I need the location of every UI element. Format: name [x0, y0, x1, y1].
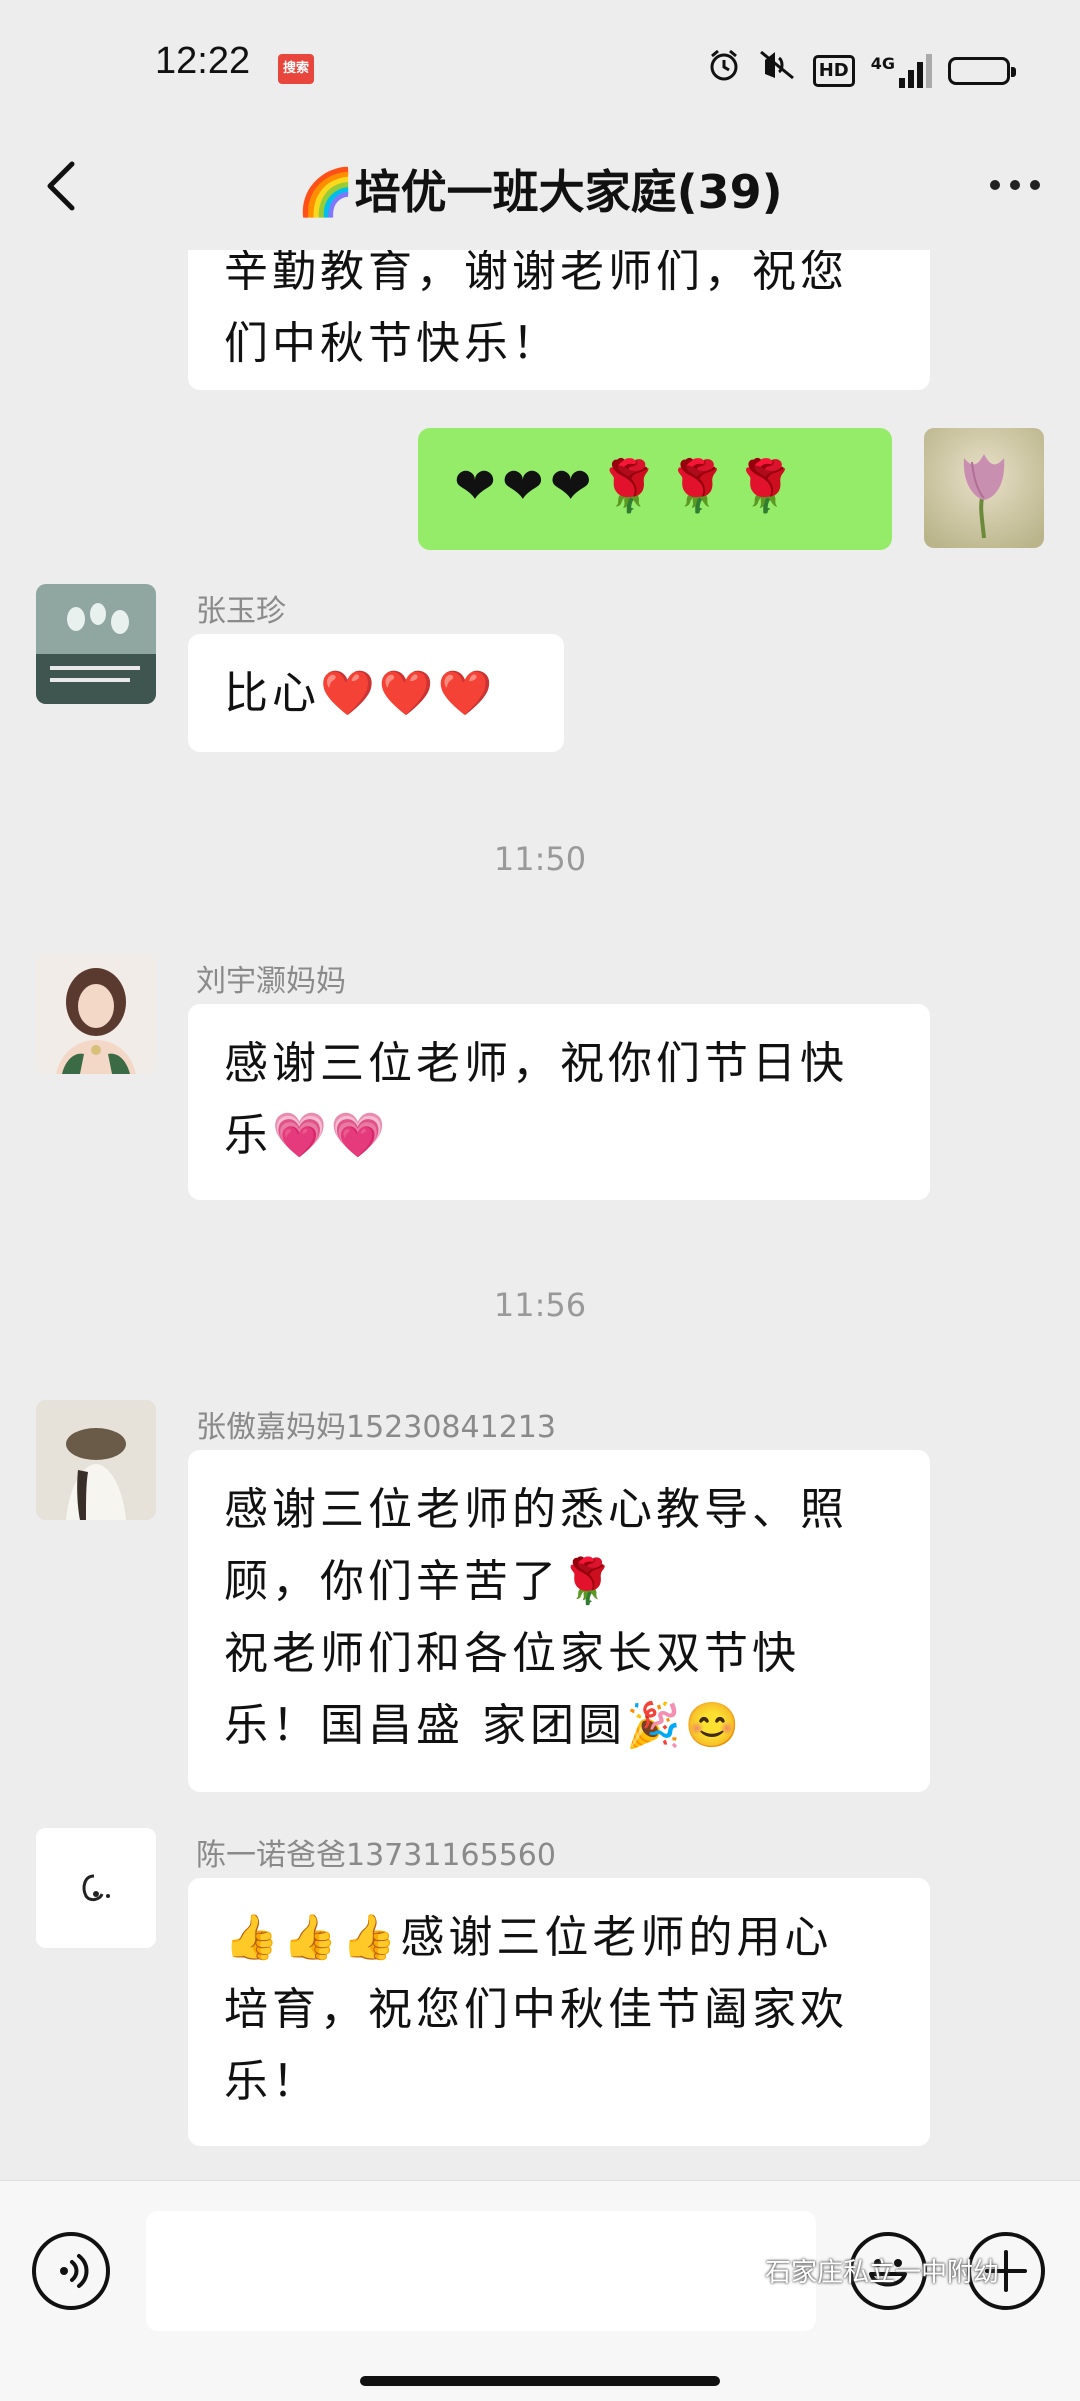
message-bubble[interactable]: 👍👍👍感谢三位老师的用心 培育，祝您们中秋佳节阖家欢 乐！ — [188, 1878, 930, 2146]
sender-name: 张玉珍 — [196, 594, 286, 629]
avatar[interactable] — [36, 584, 156, 704]
watermark: 石家庄私立一中附幼 — [765, 2258, 1000, 2288]
timestamp: 11:50 — [493, 840, 587, 878]
avatar[interactable] — [36, 954, 156, 1074]
more-button[interactable] — [980, 150, 1050, 220]
status-bar: 12:22 搜索 HD 4G — [0, 0, 1080, 130]
outgoing-message-bubble[interactable]: ❤❤❤🌹🌹🌹 — [418, 428, 892, 550]
sender-name: 刘宇灏妈妈 — [196, 964, 346, 999]
message-bubble[interactable]: 比心❤️❤️❤️ — [188, 634, 564, 752]
home-indicator[interactable] — [360, 2376, 720, 2386]
message-bubble[interactable]: 感谢三位老师的悉心教导、照 顾，你们辛苦了🌹 祝老师们和各位家长双节快 乐！国昌… — [188, 1450, 930, 1792]
voice-icon — [60, 2254, 89, 2288]
avatar[interactable] — [36, 1828, 156, 1948]
sender-name: 陈一诺爸爸13731165560 — [196, 1838, 556, 1873]
input-bar — [0, 2180, 1080, 2401]
avatar[interactable] — [36, 1400, 156, 1520]
signal-icon: 4G — [870, 53, 932, 88]
more-dots-icon — [990, 180, 1000, 190]
app-notification-icon: 搜索 — [278, 54, 314, 84]
message-bubble[interactable]: 辛勤教育，谢谢老师们，祝您 们中秋节快乐！ — [188, 250, 930, 390]
status-time: 12:22 — [155, 40, 251, 82]
mute-icon — [757, 48, 797, 93]
message-bubble[interactable]: 感谢三位老师，祝你们节日快 乐💗💗 — [188, 1004, 930, 1200]
message-input[interactable] — [146, 2211, 816, 2331]
message-list[interactable]: 辛勤教育，谢谢老师们，祝您 们中秋节快乐！ ❤❤❤🌹🌹🌹 张玉珍 比心❤️❤️❤… — [0, 250, 1080, 2180]
chat-title: 🌈培优一班大家庭(39) — [297, 165, 783, 219]
alarm-icon — [707, 48, 741, 93]
voice-button[interactable] — [32, 2232, 110, 2310]
network-label: 4G — [870, 53, 895, 73]
battery-icon — [948, 56, 1016, 85]
chat-header: 🌈培优一班大家庭(39) — [0, 130, 1080, 250]
sender-name: 张傲嘉妈妈15230841213 — [196, 1410, 556, 1445]
status-icons: HD 4G — [707, 48, 1016, 93]
hd-icon: HD — [812, 54, 855, 87]
my-avatar[interactable] — [924, 428, 1044, 548]
timestamp: 11:56 — [493, 1286, 587, 1324]
